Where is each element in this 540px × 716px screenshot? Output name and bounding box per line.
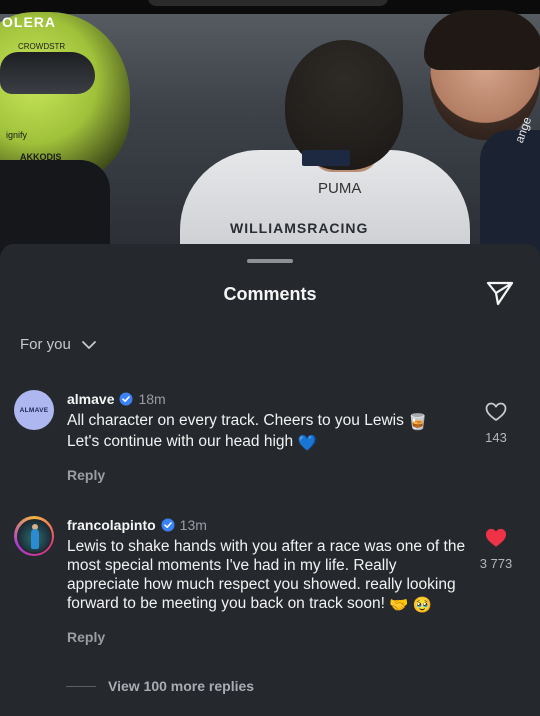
avatar-story-ring xyxy=(14,516,54,556)
like-count: 143 xyxy=(485,430,507,445)
helmet-sponsor: CROWDSTR xyxy=(18,42,66,51)
like-count: 3 773 xyxy=(479,556,513,571)
comments-sheet: Comments For you ALMAVE almave 18m All c… xyxy=(0,244,540,716)
avatar-image xyxy=(16,518,52,554)
drag-handle[interactable] xyxy=(247,259,293,263)
heart-filled-icon[interactable] xyxy=(485,528,507,548)
comment-line-2: Let's continue with our head high xyxy=(67,433,294,450)
person-right-body xyxy=(480,130,540,262)
comment-line-1: All character on every track. Cheers to … xyxy=(67,412,404,429)
puma-logo: PUMA xyxy=(318,180,362,197)
handshake-emoji: 🤝 xyxy=(389,597,409,614)
helmet-sponsor: ignify xyxy=(6,130,28,140)
like-column: 143 xyxy=(466,402,526,445)
comment-body: francolapinto 13m Lewis to shake hands w… xyxy=(67,516,467,645)
like-column: 3 773 xyxy=(466,528,526,571)
helmet-visor xyxy=(0,52,95,94)
avatar[interactable] xyxy=(14,516,54,556)
helmet-text: OLERA xyxy=(2,14,56,30)
more-replies-label: View 100 more replies xyxy=(108,678,255,694)
dynamic-island xyxy=(148,0,388,6)
share-button[interactable] xyxy=(484,278,516,308)
comment-text: All character on every track. Cheers to … xyxy=(67,411,467,453)
person-right: ange xyxy=(420,10,540,262)
verified-badge-icon xyxy=(161,518,175,532)
comment-meta: almave 18m xyxy=(67,390,467,408)
username[interactable]: almave xyxy=(67,391,114,407)
paper-plane-icon xyxy=(486,281,514,306)
comment-text: Lewis to shake hands with you after a ra… xyxy=(67,537,467,615)
username[interactable]: francolapinto xyxy=(67,517,156,533)
blue-heart-emoji: 💙 xyxy=(297,435,317,452)
heart-outline-icon[interactable] xyxy=(485,402,507,422)
reply-button[interactable]: Reply xyxy=(67,467,467,483)
chevron-down-icon xyxy=(81,340,96,349)
view-more-replies-button[interactable]: View 100 more replies xyxy=(66,678,254,694)
avatar[interactable]: ALMAVE xyxy=(14,390,54,430)
person-right-hair xyxy=(424,10,540,70)
timestamp: 13m xyxy=(179,517,207,533)
divider-line xyxy=(66,685,96,687)
jersey-text: WILLIAMSRACING xyxy=(230,220,369,236)
sheet-title: Comments xyxy=(223,284,317,304)
collar-badge xyxy=(302,150,350,166)
helmet: OLERA CROWDSTR ignify AKKODIS xyxy=(0,12,130,182)
comment-meta: francolapinto 13m xyxy=(67,516,467,534)
verified-badge-icon xyxy=(119,392,133,406)
avatar-almave: ALMAVE xyxy=(14,390,54,430)
avatar-figure-body xyxy=(30,528,39,549)
whiskey-emoji: 🥃 xyxy=(408,414,428,431)
sort-filter[interactable]: For you xyxy=(20,336,97,353)
comment-body: almave 18m All character on every track.… xyxy=(67,390,467,483)
filter-label: For you xyxy=(20,336,71,353)
timestamp: 18m xyxy=(138,391,166,407)
post-photo: OLERA CROWDSTR ignify AKKODIS PUMA WILLI… xyxy=(0,0,540,262)
reply-button[interactable]: Reply xyxy=(67,629,467,645)
pleading-face-emoji: 🥹 xyxy=(412,597,433,614)
